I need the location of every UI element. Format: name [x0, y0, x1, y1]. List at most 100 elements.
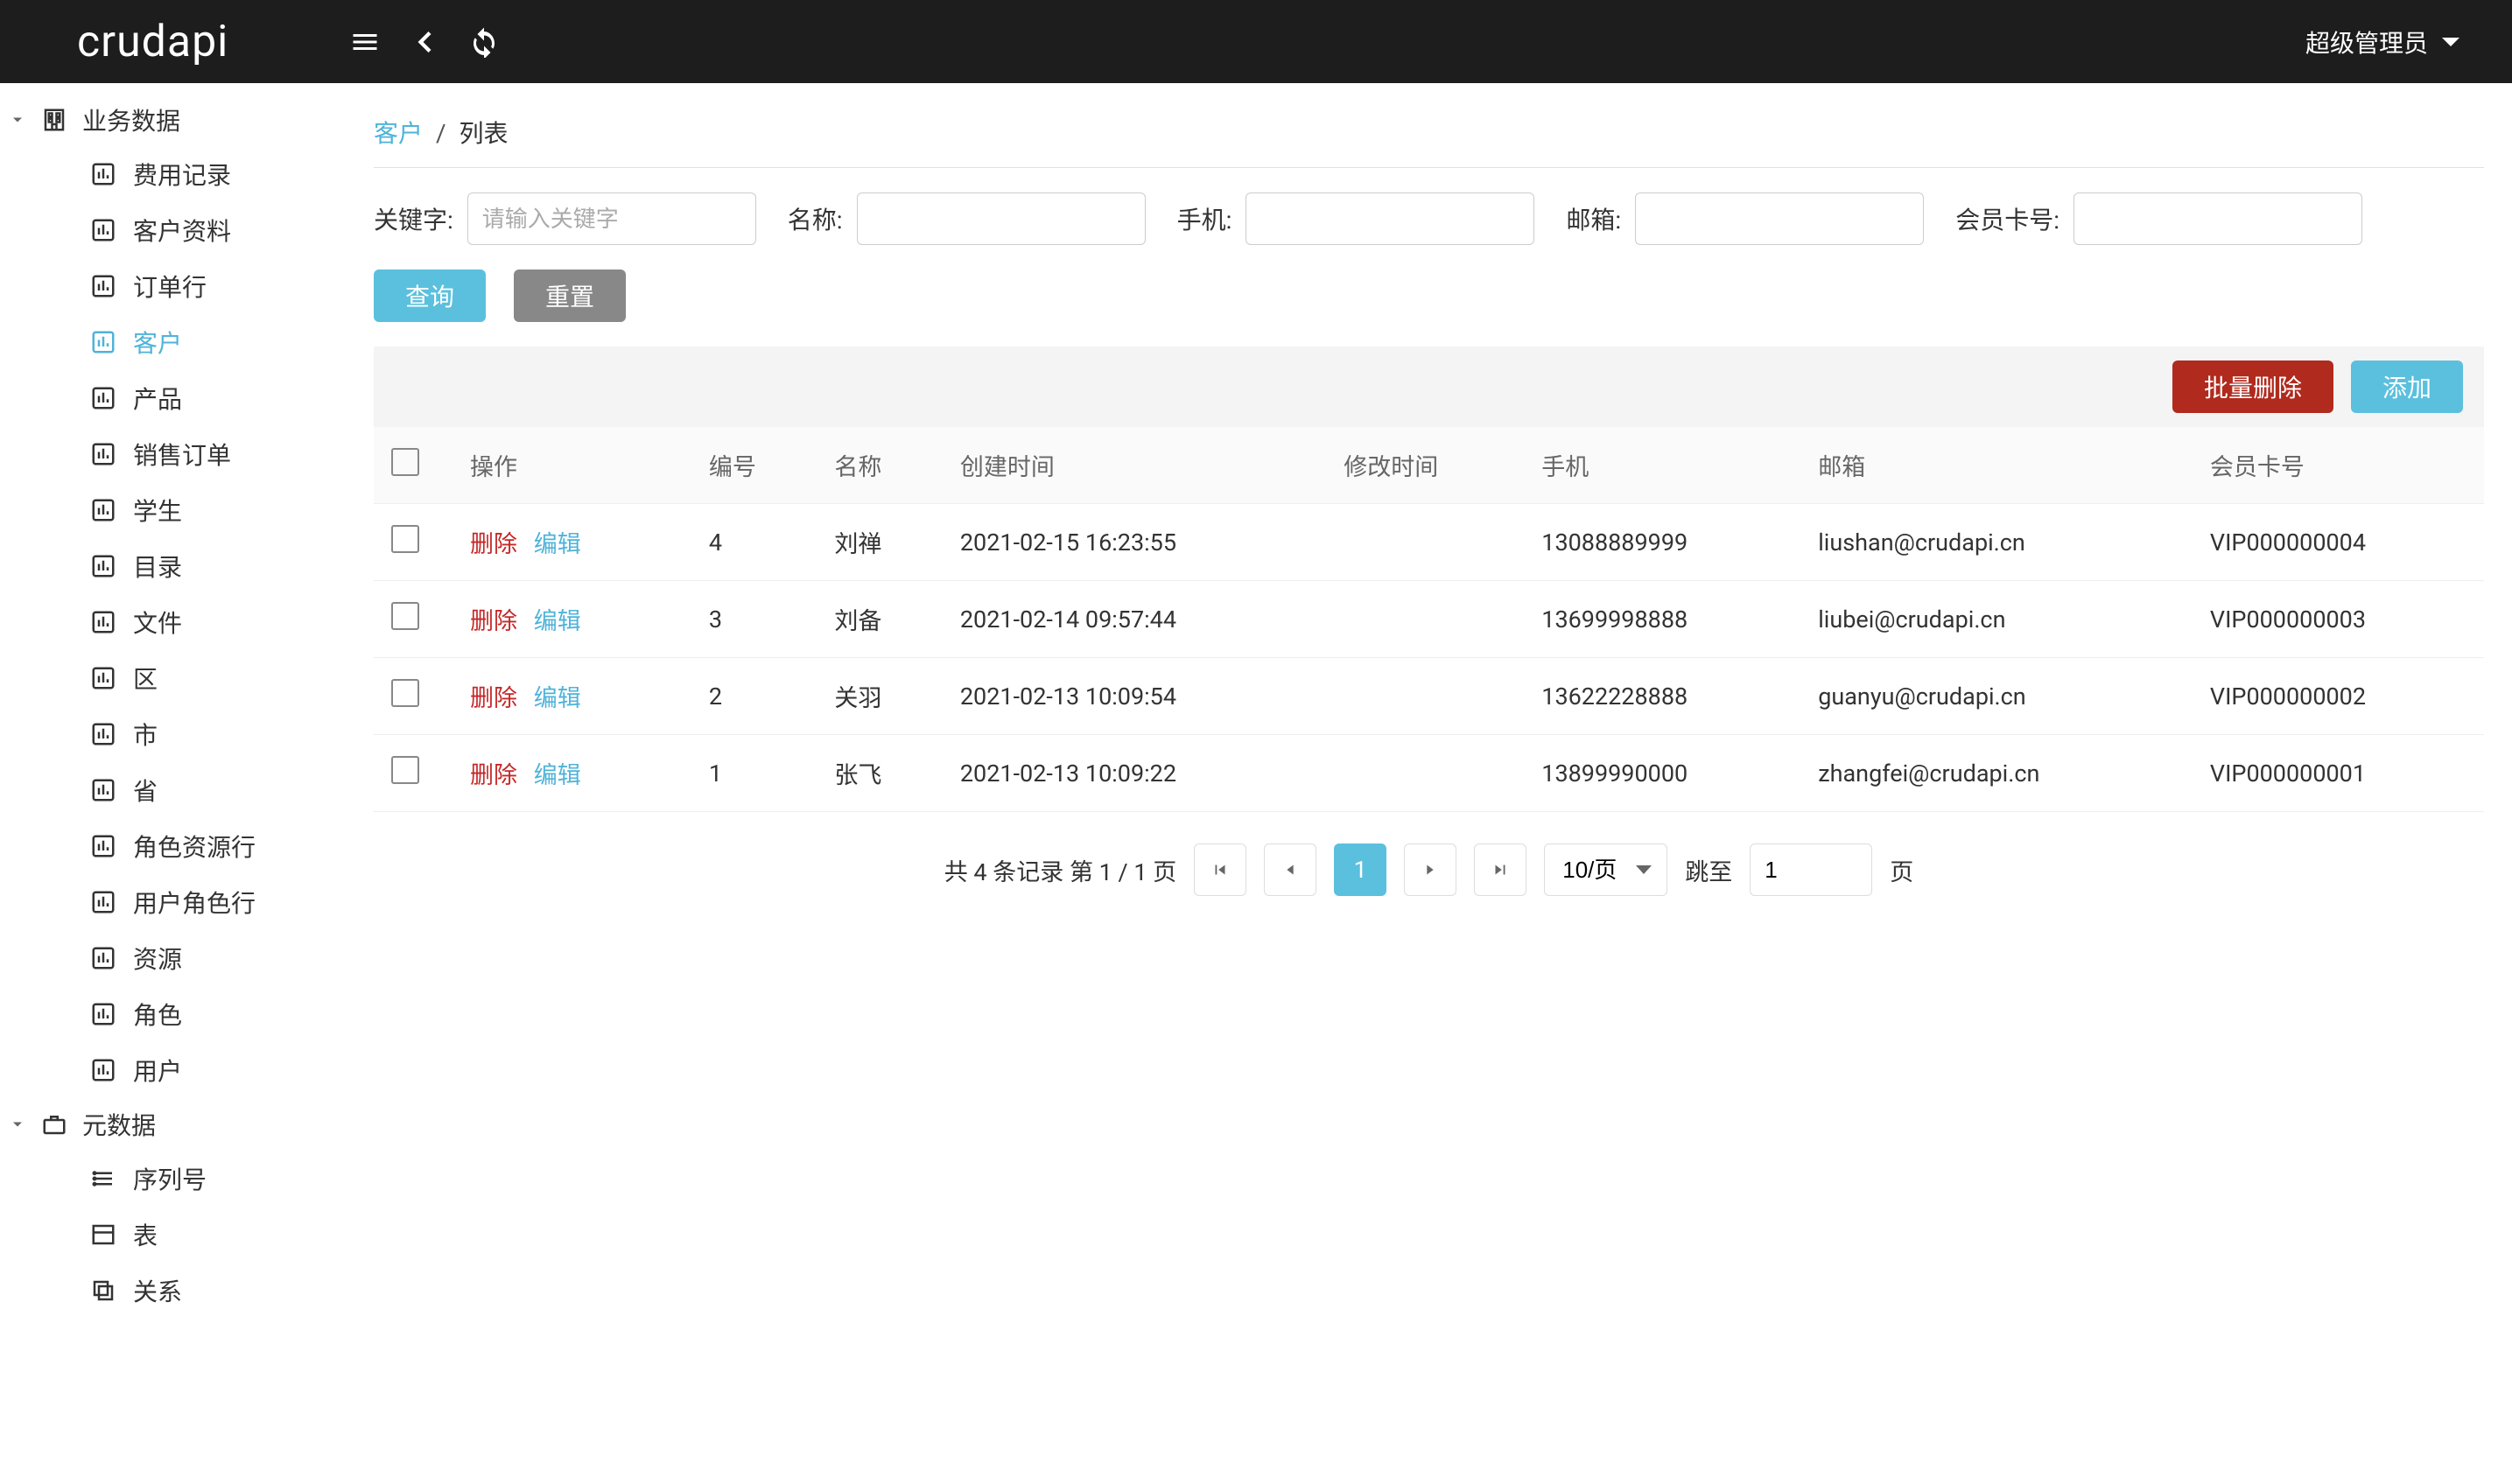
sidebar-group-label: 元数据	[82, 1107, 156, 1142]
sidebar-item[interactable]: 学生	[0, 482, 346, 538]
sidebar-group-label: 业务数据	[82, 102, 180, 137]
cell-id: 2	[691, 658, 817, 735]
row-checkbox[interactable]	[391, 525, 419, 553]
chart-icon	[84, 721, 123, 747]
cell-created: 2021-02-13 10:09:22	[943, 735, 1326, 812]
row-checkbox[interactable]	[391, 679, 419, 707]
chart-icon	[84, 441, 123, 467]
next-page-button[interactable]	[1404, 844, 1456, 896]
menu-toggle-icon[interactable]	[346, 23, 384, 61]
sidebar-item[interactable]: 文件	[0, 594, 346, 650]
first-page-button[interactable]	[1194, 844, 1246, 896]
sidebar-group[interactable]: 业务数据	[0, 94, 346, 146]
prev-page-button[interactable]	[1264, 844, 1316, 896]
sidebar-item[interactable]: 省	[0, 762, 346, 818]
search-input[interactable]	[857, 192, 1146, 245]
back-icon[interactable]	[405, 23, 444, 61]
breadcrumb-separator: /	[436, 119, 446, 148]
cell-name: 张飞	[817, 735, 943, 812]
table-header: 邮箱	[1800, 427, 2193, 504]
cell-id: 3	[691, 581, 817, 658]
table-header: 手机	[1524, 427, 1800, 504]
sidebar-item[interactable]: 客户	[0, 314, 346, 370]
sidebar-item[interactable]: 角色	[0, 986, 346, 1042]
edit-link[interactable]: 编辑	[534, 684, 581, 712]
cell-modified	[1326, 504, 1524, 581]
sidebar-item[interactable]: 费用记录	[0, 146, 346, 202]
cell-name: 关羽	[817, 658, 943, 735]
page-number-button[interactable]: 1	[1334, 844, 1386, 896]
search-input[interactable]	[467, 192, 756, 245]
breadcrumb-link[interactable]: 客户	[374, 119, 423, 148]
sidebar-item-label: 序列号	[133, 1161, 207, 1196]
edit-link[interactable]: 编辑	[534, 607, 581, 635]
jump-label: 跳至	[1685, 853, 1732, 887]
cell-modified	[1326, 658, 1524, 735]
sidebar-group[interactable]: 元数据	[0, 1098, 346, 1151]
cell-card: VIP000000004	[2193, 504, 2484, 581]
delete-link[interactable]: 删除	[470, 530, 517, 558]
user-menu[interactable]: 超级管理员	[2305, 24, 2477, 60]
sidebar-item[interactable]: 表	[0, 1207, 346, 1263]
search-field-label: 名称:	[788, 201, 843, 236]
sidebar-item[interactable]: 用户角色行	[0, 874, 346, 930]
chart-icon	[84, 609, 123, 635]
cell-email: liubei@crudapi.cn	[1800, 581, 2193, 658]
sidebar-item-label: 目录	[133, 549, 182, 584]
breadcrumb: 客户 / 列表	[374, 104, 2484, 168]
cell-phone: 13088889999	[1524, 504, 1800, 581]
sidebar-item-label: 订单行	[133, 269, 207, 304]
table-row: 删除 编辑 3 刘备 2021-02-14 09:57:44 136999988…	[374, 581, 2484, 658]
cell-phone: 13622228888	[1524, 658, 1800, 735]
sidebar-item[interactable]: 关系	[0, 1263, 346, 1319]
search-input[interactable]	[2073, 192, 2362, 245]
refresh-icon[interactable]	[465, 23, 503, 61]
sidebar-item[interactable]: 区	[0, 650, 346, 706]
sidebar-item[interactable]: 销售订单	[0, 426, 346, 482]
cell-id: 1	[691, 735, 817, 812]
edit-link[interactable]: 编辑	[534, 530, 581, 558]
search-input[interactable]	[1245, 192, 1534, 245]
chart-icon	[84, 273, 123, 299]
sidebar-item[interactable]: 订单行	[0, 258, 346, 314]
sidebar-item[interactable]: 序列号	[0, 1151, 346, 1207]
sidebar-item[interactable]: 客户资料	[0, 202, 346, 258]
search-input[interactable]	[1635, 192, 1924, 245]
reset-button[interactable]: 重置	[514, 270, 626, 322]
search-button[interactable]: 查询	[374, 270, 486, 322]
cell-modified	[1326, 735, 1524, 812]
sidebar-item[interactable]: 市	[0, 706, 346, 762]
delete-link[interactable]: 删除	[470, 684, 517, 712]
select-all-checkbox[interactable]	[391, 448, 419, 476]
briefcase-icon	[35, 1111, 74, 1138]
add-button[interactable]: 添加	[2351, 360, 2463, 413]
cell-phone: 13899990000	[1524, 735, 1800, 812]
sidebar-item[interactable]: 产品	[0, 370, 346, 426]
cell-email: zhangfei@crudapi.cn	[1800, 735, 2193, 812]
row-checkbox[interactable]	[391, 602, 419, 630]
chart-icon	[84, 665, 123, 691]
table-header: 编号	[691, 427, 817, 504]
search-field-label: 会员卡号:	[1955, 201, 2059, 236]
sidebar-item[interactable]: 目录	[0, 538, 346, 594]
sidebar-item[interactable]: 资源	[0, 930, 346, 986]
search-field: 会员卡号:	[1955, 192, 2362, 245]
copy-icon	[84, 1278, 123, 1304]
delete-link[interactable]: 删除	[470, 607, 517, 635]
header-icons	[346, 23, 503, 61]
row-checkbox[interactable]	[391, 756, 419, 784]
sidebar-item-label: 用户	[133, 1053, 182, 1088]
bulk-delete-button[interactable]: 批量删除	[2172, 360, 2333, 413]
last-page-button[interactable]	[1474, 844, 1526, 896]
jump-input[interactable]	[1750, 844, 1872, 896]
sidebar-item[interactable]: 用户	[0, 1042, 346, 1098]
delete-link[interactable]: 删除	[470, 761, 517, 789]
chart-icon	[84, 889, 123, 915]
page-size-select[interactable]: 10/页	[1544, 844, 1667, 896]
sidebar-item[interactable]: 角色资源行	[0, 818, 346, 874]
chart-icon	[84, 833, 123, 859]
breadcrumb-current: 列表	[459, 119, 508, 148]
sidebar: 业务数据 费用记录 客户资料 订单行 客户 产品 销售订单 学生 目录 文件 区…	[0, 83, 346, 1484]
edit-link[interactable]: 编辑	[534, 761, 581, 789]
jump-suffix: 页	[1890, 853, 1913, 887]
